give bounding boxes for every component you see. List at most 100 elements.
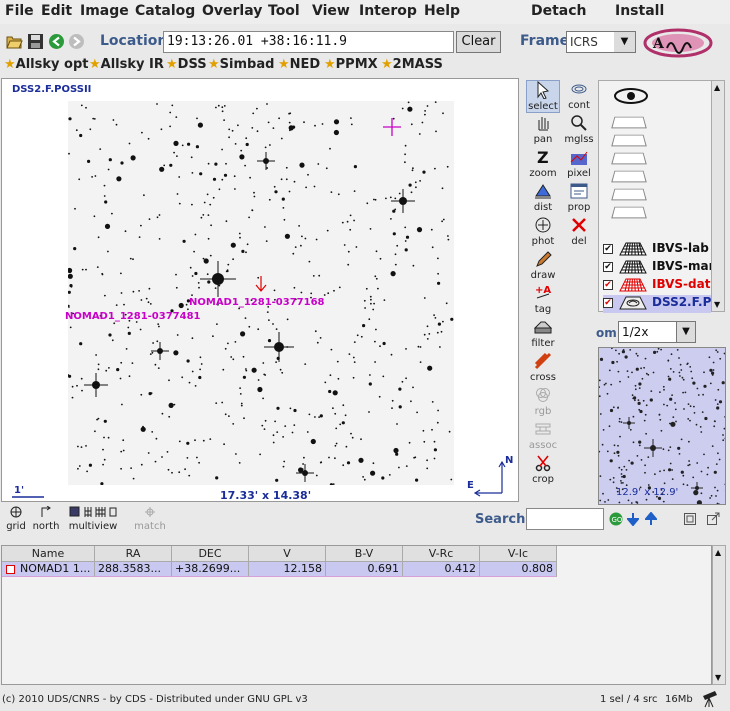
location-input[interactable]: 19:13:26.01 +38:16:11.9 — [163, 31, 454, 53]
layer-checkbox[interactable]: ✔ — [603, 279, 613, 290]
menu-edit[interactable]: Edit — [41, 3, 72, 19]
bookmark-dss[interactable]: ★DSS — [166, 57, 207, 72]
table-scrollbar[interactable]: ▲ ▼ — [712, 545, 726, 685]
menu-file[interactable]: File — [5, 3, 34, 19]
eye-icon[interactable] — [613, 85, 649, 107]
tool-assoc[interactable]: assoc — [526, 420, 560, 453]
menu-view[interactable]: View — [312, 3, 350, 19]
tool-rgb[interactable]: rgb — [526, 386, 560, 419]
menu-image[interactable]: Image — [80, 3, 129, 19]
menu-help[interactable]: Help — [424, 3, 460, 19]
bookmark-ppmx[interactable]: ★PPMX — [324, 57, 378, 72]
north-button[interactable]: north — [32, 505, 60, 532]
save-icon[interactable] — [27, 33, 44, 50]
telescope-icon[interactable] — [700, 688, 720, 708]
layer-label: IBVS-mar — [652, 259, 715, 273]
bookmark-2mass[interactable]: ★2MASS — [381, 57, 443, 72]
bookmark-simbad[interactable]: ★Simbad — [208, 57, 274, 72]
clear-button[interactable]: Clear — [456, 31, 501, 53]
table-cell[interactable]: 288.3583... — [95, 562, 172, 577]
tool-phot[interactable]: phot — [526, 216, 560, 249]
table-cell[interactable]: NOMAD1 1... — [2, 562, 95, 577]
multiview-button[interactable]: multiview — [64, 506, 122, 532]
table-cell[interactable]: 0.412 — [403, 562, 480, 577]
table-cell[interactable]: 12.158 — [249, 562, 326, 577]
star-point — [244, 164, 247, 167]
table-cell[interactable]: +38.2699... — [172, 562, 249, 577]
tool-zoom[interactable]: Zzoom — [526, 148, 560, 181]
empty-plane[interactable] — [611, 134, 647, 147]
tool-draw[interactable]: draw — [526, 250, 560, 283]
layer-checkbox[interactable]: ✔ — [603, 243, 613, 254]
tool-cont[interactable]: cont — [562, 80, 596, 113]
tool-pan[interactable]: pan — [526, 114, 560, 147]
column-header[interactable]: B-V — [326, 546, 403, 562]
tool-cross[interactable]: cross — [526, 352, 560, 385]
go-icon[interactable]: GO — [609, 512, 623, 526]
bookmark-allsky-ir[interactable]: ★Allsky IR — [89, 57, 164, 72]
menu-catalog[interactable]: Catalog — [135, 3, 195, 19]
star-point — [169, 111, 172, 114]
column-header[interactable]: V-Ic — [480, 546, 557, 562]
column-header[interactable]: V-Rc — [403, 546, 480, 562]
layer-checkbox[interactable]: ✔ — [603, 261, 613, 272]
tool-del[interactable]: del — [562, 216, 596, 249]
scroll-down-icon[interactable]: ▼ — [714, 300, 720, 309]
search-input[interactable] — [526, 508, 604, 530]
layer-checkbox[interactable]: ✔ — [603, 297, 613, 308]
install-button[interactable]: Install — [615, 3, 664, 19]
column-header[interactable]: V — [249, 546, 326, 562]
row-marker-icon[interactable] — [6, 565, 15, 574]
external-window-icon[interactable] — [706, 512, 720, 526]
tool-select[interactable]: select — [526, 80, 560, 113]
bookmark-ned[interactable]: ★NED — [278, 57, 320, 72]
table-cell[interactable]: 0.808 — [480, 562, 557, 577]
star-point — [405, 348, 407, 350]
menu-interop[interactable]: Interop — [359, 3, 417, 19]
tool-pixel[interactable]: pixel — [562, 148, 596, 181]
stack-scrollbar[interactable]: ▲ ▼ — [711, 80, 725, 312]
bookmark-allsky-opt[interactable]: ★Allsky opt — [4, 57, 88, 72]
empty-plane[interactable] — [611, 152, 647, 165]
tool-mglss[interactable]: mglss — [562, 114, 596, 147]
image-view[interactable]: DSS2.F.POSSII NOMAD1_1281-0377168 NOMAD1… — [1, 78, 519, 502]
zoom-select[interactable]: 1/2x — [618, 321, 678, 343]
scroll-up-icon[interactable]: ▲ — [714, 83, 720, 92]
table-cell[interactable]: 0.691 — [326, 562, 403, 577]
empty-plane[interactable] — [611, 116, 647, 129]
match-button[interactable]: match — [133, 506, 167, 532]
layer-row[interactable]: ✔ IBVS-mar — [603, 259, 715, 277]
scroll-down-icon[interactable]: ▼ — [715, 673, 721, 682]
arrow-down-icon[interactable] — [627, 512, 639, 526]
arrow-up-icon[interactable] — [645, 512, 657, 526]
tool-crop[interactable]: crop — [526, 454, 560, 487]
tool-tag[interactable]: +A tag — [526, 284, 560, 317]
detach-button[interactable]: Detach — [531, 3, 587, 19]
scroll-up-icon[interactable]: ▲ — [715, 548, 721, 557]
grid-button[interactable]: grid — [5, 506, 27, 532]
chevron-down-icon[interactable]: ▼ — [614, 31, 636, 53]
layer-row[interactable]: ✔ IBVS-dat — [603, 277, 710, 295]
chevron-down-icon[interactable]: ▼ — [676, 321, 696, 343]
tool-prop[interactable]: prop — [562, 182, 596, 215]
open-folder-icon[interactable] — [6, 33, 23, 50]
empty-plane[interactable] — [611, 170, 647, 183]
column-header[interactable]: DEC — [172, 546, 249, 562]
menu-overlay[interactable]: Overlay — [202, 3, 262, 19]
layer-row[interactable]: ✔ IBVS-lab — [603, 241, 709, 259]
source-label[interactable]: NOMAD1_1281-0377168 — [189, 297, 325, 308]
menu-tool[interactable]: Tool — [268, 3, 300, 19]
back-icon[interactable] — [48, 33, 65, 50]
tool-dist[interactable]: dist — [526, 182, 560, 215]
empty-plane[interactable] — [611, 206, 647, 219]
source-label[interactable]: NOMAD1_1281-0377481 — [65, 311, 201, 322]
sky-image[interactable] — [68, 101, 454, 485]
maximize-icon[interactable] — [683, 512, 697, 526]
overview-thumbnail[interactable] — [598, 347, 726, 505]
column-header[interactable]: Name — [2, 546, 95, 562]
layer-row[interactable]: ✔ DSS2.F.P — [603, 295, 711, 313]
column-header[interactable]: RA — [95, 546, 172, 562]
tool-filter[interactable]: filter — [526, 318, 560, 351]
forward-icon[interactable] — [68, 33, 85, 50]
empty-plane[interactable] — [611, 188, 647, 201]
